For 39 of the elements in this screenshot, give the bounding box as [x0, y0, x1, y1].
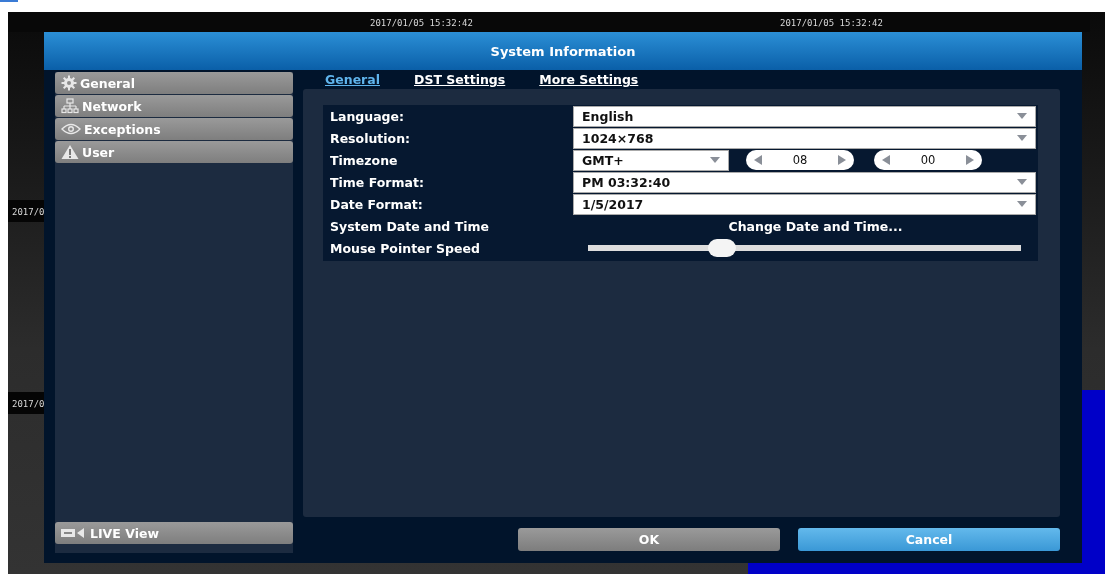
dropdown-caret-icon [710, 157, 720, 163]
dropdown-field[interactable]: 1/5/2017 [573, 193, 1036, 215]
eye-icon [61, 123, 81, 135]
field-label: Mouse Pointer Speed [329, 240, 481, 256]
field-label: Time Format: [329, 174, 425, 190]
field-label: Language: [329, 108, 405, 124]
network-icon [61, 98, 79, 114]
field-label: System Date and Time [329, 218, 490, 234]
dialog-title-bar: System Information [44, 32, 1082, 70]
slider-thumb[interactable] [708, 239, 737, 257]
tab[interactable]: More Settings [539, 72, 639, 88]
gear-icon [61, 75, 77, 91]
field-label: Resolution: [329, 130, 412, 146]
number-spinner[interactable]: 00 [874, 150, 982, 170]
field-label: Date Format: [329, 196, 424, 212]
number-spinner[interactable]: 08 [746, 150, 854, 170]
warning-icon [61, 144, 79, 160]
dropdown-field[interactable]: PM 03:32:40 [573, 171, 1036, 193]
right-arrow-icon[interactable] [838, 155, 846, 165]
dropdown-caret-icon [1017, 135, 1027, 141]
tab[interactable]: General [325, 72, 380, 88]
left-arrow-icon[interactable] [882, 155, 890, 165]
window-edge-mark [0, 0, 18, 2]
right-arrow-icon[interactable] [966, 155, 974, 165]
dropdown-caret-icon [1017, 201, 1027, 207]
dropdown-field[interactable]: 1024×768 [573, 127, 1036, 149]
field-label: Timezone [329, 152, 399, 168]
dropdown-caret-icon [1017, 179, 1027, 185]
camera-timestamp: 2017/0 [12, 399, 45, 409]
left-arrow-icon[interactable] [754, 155, 762, 165]
camera-icon [61, 527, 87, 539]
dropdown-caret-icon [1017, 113, 1027, 119]
tab[interactable]: DST Settings [414, 72, 506, 88]
change-date-time-link[interactable]: Change Date and Time... [573, 218, 1038, 234]
camera-timestamp: 2017/01/05 15:32:42 [780, 18, 883, 28]
camera-timestamp: 2017/01/05 15:32:42 [370, 18, 473, 28]
dropdown-field[interactable]: English [573, 105, 1036, 127]
dropdown-field[interactable]: GMT+ [573, 149, 729, 171]
camera-timestamp: 2017/0 [12, 207, 45, 217]
